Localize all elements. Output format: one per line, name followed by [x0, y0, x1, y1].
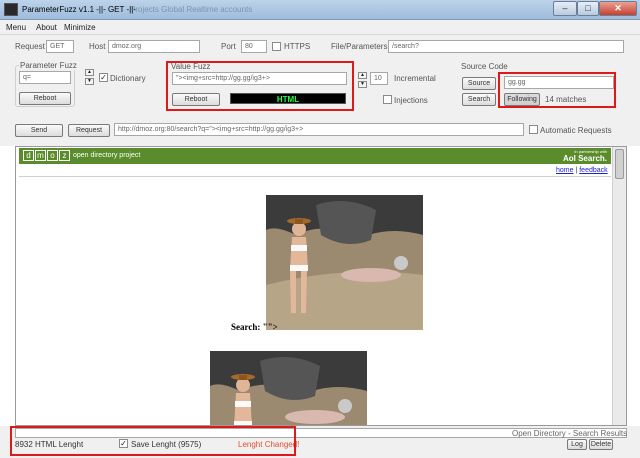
partner-big-text: Aol Search.	[562, 154, 607, 163]
dictionary-label: Dictionary	[110, 74, 146, 83]
value-fuzz-label: Value Fuzz	[171, 62, 211, 71]
top-links: home | feedback	[556, 167, 608, 174]
value-decrement-button[interactable]: ▼	[358, 81, 367, 88]
scrollbar-thumb[interactable]	[615, 149, 624, 179]
html-status-text: HTML	[276, 95, 300, 104]
header-divider	[19, 176, 611, 177]
menu-item-about[interactable]: About	[36, 23, 57, 32]
response-browser-view[interactable]: d m o z open directory project In partne…	[15, 146, 627, 426]
background-window-text: Projects Global Realtime accounts	[130, 5, 253, 14]
menu-bar: Menu About Minimize	[0, 20, 640, 35]
https-checkbox[interactable]	[272, 42, 281, 51]
https-label: HTTPS	[284, 42, 311, 51]
title-bar: ParameterFuzz v1.1 -||- GET -||- Project…	[0, 0, 640, 20]
menu-item-minimize[interactable]: Minimize	[64, 23, 96, 32]
injections-label: Injections	[394, 96, 428, 105]
home-link[interactable]: home	[556, 167, 574, 174]
following-button[interactable]: Following	[504, 93, 540, 106]
parameter-reboot-button[interactable]: Reboot	[19, 92, 71, 105]
port-field[interactable]: 80	[241, 40, 267, 53]
value-increment-button[interactable]: ▲	[358, 72, 367, 79]
window-title: ParameterFuzz v1.1 -||- GET -||-	[22, 5, 136, 14]
method-field[interactable]: GET	[46, 40, 74, 53]
request-button[interactable]: Request	[68, 124, 110, 137]
log-button[interactable]: Log	[567, 439, 587, 450]
parameter-decrement-button[interactable]: ▼	[85, 78, 94, 85]
injected-image	[266, 195, 423, 330]
injections-checkbox[interactable]	[383, 95, 392, 104]
html-status-indicator: HTML	[230, 93, 346, 104]
port-label: Port	[221, 42, 236, 51]
increment-count-field[interactable]: 10	[370, 72, 388, 85]
incremental-label: Incremental	[394, 74, 436, 83]
file-parameters-label: File/Parameters:	[331, 42, 390, 51]
automatic-requests-checkbox[interactable]	[529, 125, 538, 134]
status-area: Open Directory - Search Results 8932 HTM…	[0, 426, 640, 458]
request-label: Request	[15, 42, 45, 51]
menu-item-menu[interactable]: Menu	[6, 23, 26, 32]
control-panel: Request GET Host dmoz.org Port 80 HTTPS …	[0, 35, 640, 146]
minimize-button[interactable]: –	[553, 1, 577, 16]
dmoz-logo[interactable]: d m o z	[23, 150, 70, 161]
source-code-label: Source Code	[461, 62, 508, 71]
matches-count: 14 matches	[545, 95, 587, 104]
delete-button[interactable]: Delete	[589, 439, 613, 450]
page-title-status: Open Directory - Search Results	[512, 429, 628, 438]
send-button[interactable]: Send	[15, 124, 63, 137]
browser-scrollbar[interactable]	[612, 147, 626, 425]
dmoz-header-bar: d m o z open directory project In partne…	[19, 148, 611, 164]
injected-image	[210, 351, 367, 425]
logo-letter: d	[23, 150, 34, 161]
logo-letter: m	[35, 150, 46, 161]
value-reboot-button[interactable]: Reboot	[172, 93, 220, 106]
close-button[interactable]: ✕	[599, 1, 637, 16]
dictionary-checkbox[interactable]: ✓	[99, 73, 108, 82]
parameter-fuzz-field[interactable]: q=	[19, 71, 71, 84]
save-length-label: Save Lenght (9575)	[131, 440, 202, 449]
length-changed-text: Lenght Changed!	[238, 440, 300, 449]
logo-letter: z	[59, 150, 70, 161]
source-search-field[interactable]: gg.gg	[504, 76, 614, 89]
search-button[interactable]: Search	[462, 93, 496, 106]
save-length-checkbox[interactable]: ✓	[119, 439, 128, 448]
aol-partner-logo[interactable]: In partnership with Aol Search.	[549, 149, 607, 163]
maximize-button[interactable]: □	[577, 1, 599, 16]
logo-letter: o	[47, 150, 58, 161]
host-label: Host	[89, 42, 106, 51]
app-icon	[4, 3, 18, 16]
dmoz-tagline: open directory project	[73, 152, 141, 159]
value-fuzz-field[interactable]: "><img+src=http://gg.gg/ig3+>	[172, 72, 347, 85]
search-text: Search: "">	[231, 322, 278, 332]
parameter-fuzz-label: Parameter Fuzz	[19, 61, 78, 70]
parameter-increment-button[interactable]: ▲	[85, 69, 94, 76]
automatic-requests-label: Automatic Requests	[540, 126, 612, 135]
request-url-field[interactable]: http://dmoz.org:80/search?q="><img+src=h…	[114, 123, 524, 136]
source-button[interactable]: Source	[462, 77, 496, 90]
file-parameters-field[interactable]: /search?	[388, 40, 624, 53]
host-field[interactable]: dmoz.org	[108, 40, 200, 53]
feedback-link[interactable]: feedback	[579, 167, 607, 174]
html-length-text: 8932 HTML Lenght	[15, 440, 84, 449]
